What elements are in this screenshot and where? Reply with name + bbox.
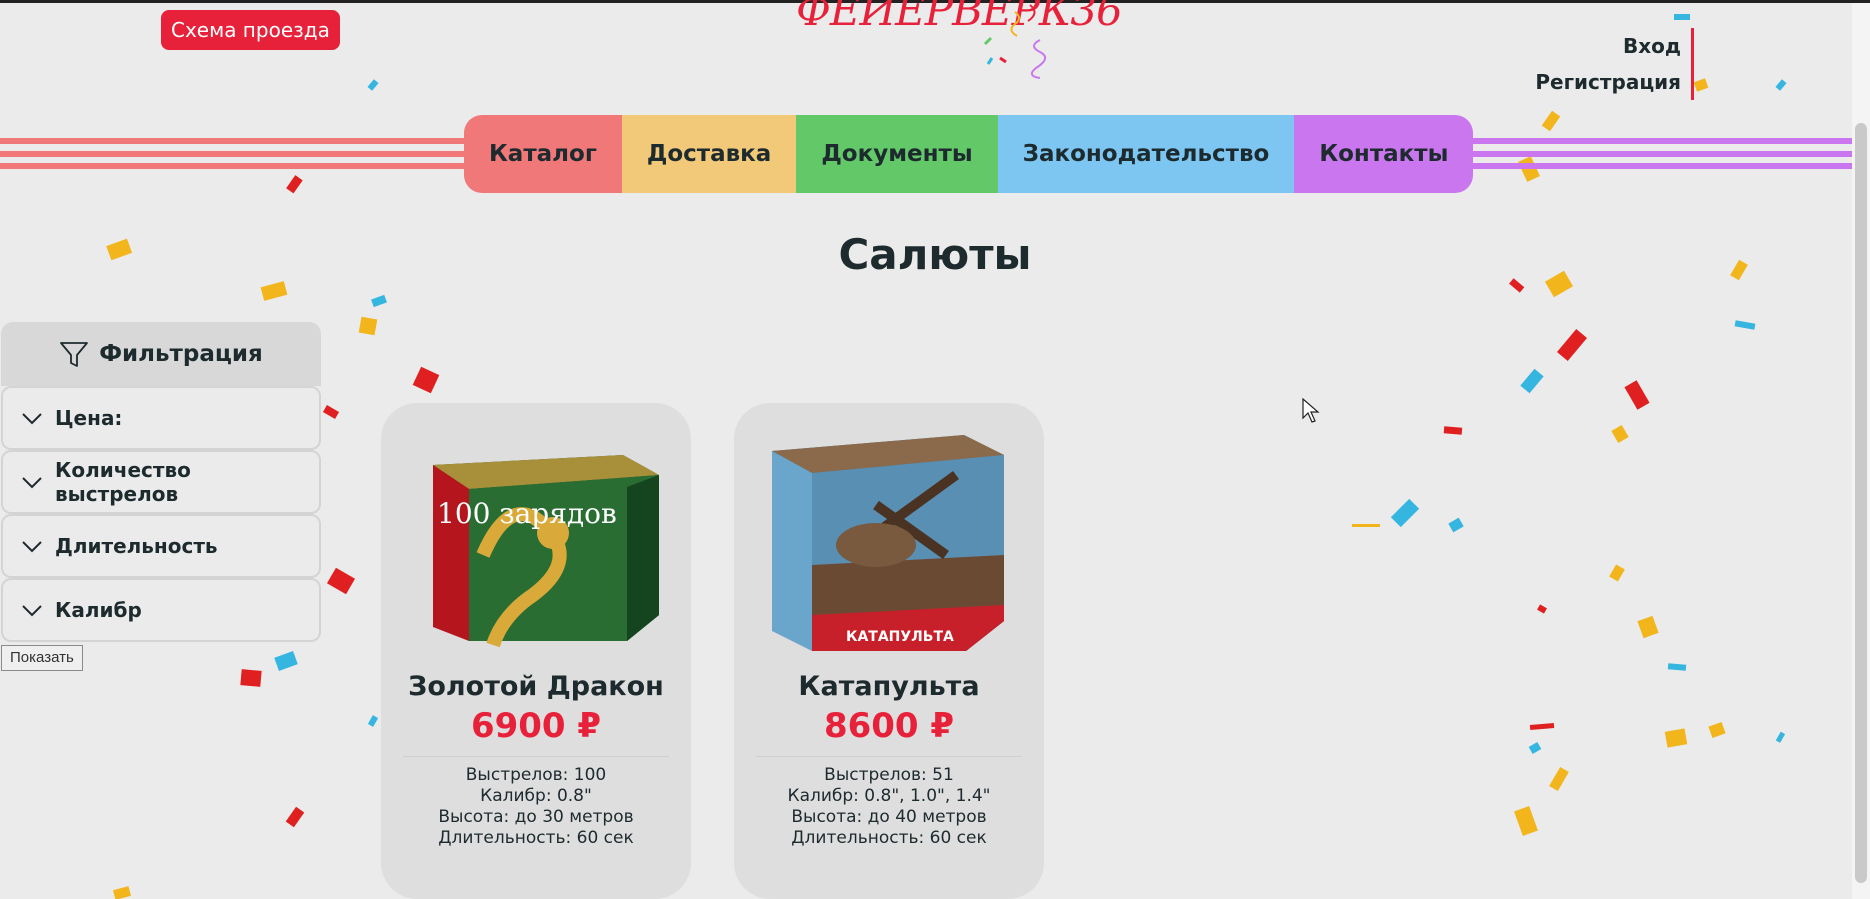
spec-duration: Длительность: 60 сек [438, 828, 634, 848]
product-image: КАТАПУЛЬТА [772, 435, 1004, 651]
spec-shots: Выстрелов: 51 [824, 765, 954, 785]
nav-stripe-left-2 [0, 151, 470, 157]
spec-height: Высота: до 40 метров [791, 807, 987, 827]
chevron-down-icon [22, 413, 42, 425]
nav-documents[interactable]: Документы [796, 115, 998, 193]
mouse-cursor-icon [1302, 398, 1320, 423]
nav-legislation[interactable]: Законодательство [997, 115, 1295, 193]
image-label: КАТАПУЛЬТА [846, 629, 954, 645]
product-card[interactable]: КАТАПУЛЬТА Катапульта 8600 ₽ Выстрелов: … [734, 403, 1044, 899]
product-name[interactable]: Золотой Дракон [381, 671, 691, 702]
main-nav: Каталог Доставка Документы Законодательс… [464, 115, 1474, 193]
vertical-scrollbar[interactable] [1852, 3, 1870, 899]
spec-caliber: Калибр: 0.8" [480, 786, 592, 806]
scrollbar-thumb[interactable] [1855, 123, 1867, 883]
divider [403, 756, 669, 757]
filter-header[interactable]: Фильтрация [1, 322, 321, 386]
filter-group-price[interactable]: Цена: [1, 386, 321, 450]
login-link[interactable]: Вход [1535, 28, 1681, 64]
product-image: 100 зарядов [433, 455, 659, 648]
auth-links: Вход Регистрация [1535, 28, 1694, 100]
nav-stripe-left-3 [0, 163, 470, 169]
image-label: 100 зарядов [437, 497, 617, 530]
product-price: 6900 ₽ [470, 706, 602, 746]
route-map-button[interactable]: Схема проезда [161, 10, 340, 50]
filter-group-label: Длительность [55, 534, 218, 558]
site-logo[interactable]: ФЕЙЕРВЕРК36 [790, 0, 1123, 90]
filter-title: Фильтрация [99, 341, 263, 367]
funnel-icon [60, 342, 89, 367]
register-link[interactable]: Регистрация [1535, 64, 1681, 100]
page-title: Салюты [838, 230, 1032, 279]
spec-duration: Длительность: 60 сек [791, 828, 987, 848]
product-name[interactable]: Катапульта [734, 671, 1044, 702]
product-specs: Выстрелов: 100 Калибр: 0.8" Высота: до 3… [381, 765, 691, 849]
chevron-down-icon [22, 477, 42, 489]
nav-contacts[interactable]: Контакты [1294, 115, 1474, 193]
filter-group-label: Калибр [55, 598, 142, 622]
filter-group-shots[interactable]: Количество выстрелов [1, 450, 321, 514]
spec-caliber: Калибр: 0.8", 1.0", 1.4" [787, 786, 991, 806]
chevron-down-icon [22, 605, 42, 617]
filter-panel: Фильтрация Цена: Количество выстрелов Дл… [1, 322, 321, 642]
spec-shots: Выстрелов: 100 [465, 765, 607, 785]
product-specs: Выстрелов: 51 Калибр: 0.8", 1.0", 1.4" В… [734, 765, 1044, 849]
nav-catalog[interactable]: Каталог [464, 115, 622, 193]
logo-streamers-icon [983, 4, 1047, 79]
nav-stripe-left-1 [0, 138, 470, 144]
product-card[interactable]: 100 зарядов Золотой Дракон 6900 ₽ Выстре… [381, 403, 691, 899]
chevron-down-icon [22, 541, 42, 553]
filter-group-caliber[interactable]: Калибр [1, 578, 321, 642]
product-price: 8600 ₽ [823, 706, 955, 746]
divider [756, 756, 1022, 757]
spec-height: Высота: до 30 метров [438, 807, 634, 827]
nav-delivery[interactable]: Доставка [621, 115, 797, 193]
show-button[interactable]: Показать [1, 645, 83, 671]
filter-group-duration[interactable]: Длительность [1, 514, 321, 578]
filter-group-label: Количество выстрелов [55, 458, 191, 506]
filter-group-label: Цена: [55, 406, 123, 430]
